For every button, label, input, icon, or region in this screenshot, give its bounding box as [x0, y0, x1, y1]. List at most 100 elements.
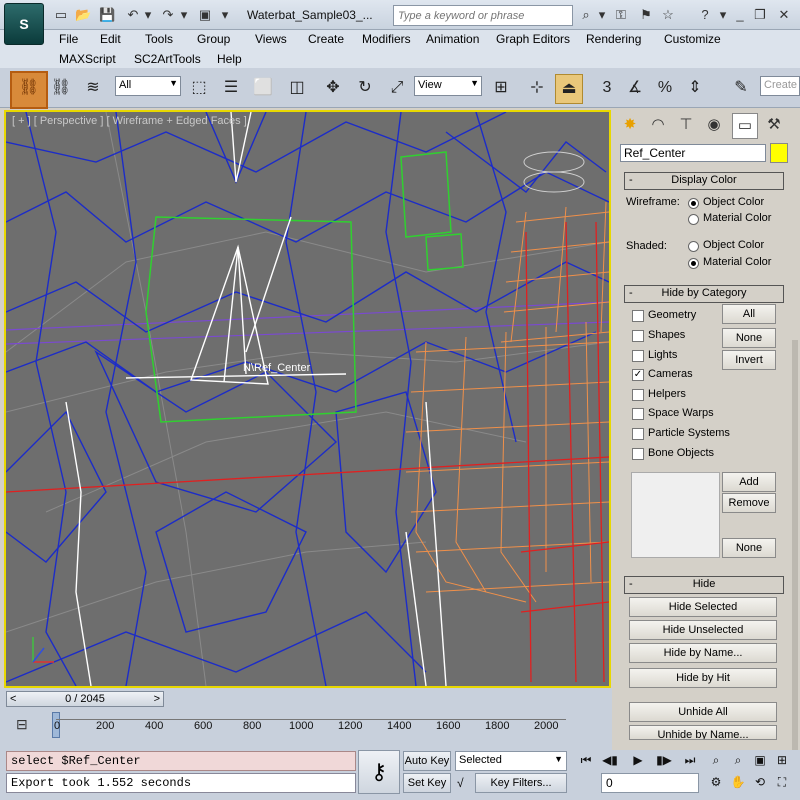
hide-unselected-button[interactable]: Hide Unselected	[629, 620, 777, 640]
menu-tools[interactable]: Tools	[145, 32, 173, 46]
set-key-mode-icon[interactable]: ⚷	[358, 750, 400, 794]
edit-named-selection-icon[interactable]: ✎	[728, 74, 754, 102]
hide-by-category-rollout[interactable]: - Hide by Category	[624, 285, 784, 303]
help-icon[interactable]: ?	[697, 7, 713, 23]
zoom-all-icon[interactable]: ⌕	[728, 753, 748, 768]
app-logo[interactable]: S	[4, 3, 44, 45]
pivot-center-icon[interactable]: ⊞	[488, 74, 514, 102]
angle-snap-icon[interactable]: ∡	[622, 74, 648, 102]
modify-tab-icon[interactable]: ◠	[646, 113, 670, 137]
shapes-checkbox[interactable]	[632, 330, 644, 342]
category-list-box[interactable]	[631, 472, 720, 558]
menu-sc2arttools[interactable]: SC2ArtTools	[134, 52, 201, 66]
save-icon[interactable]: 💾	[99, 7, 115, 23]
search-dropdown-icon[interactable]: ▾	[594, 7, 610, 23]
menu-customize[interactable]: Customize	[664, 32, 721, 46]
mini-curve-editor-icon[interactable]: ⊟	[16, 716, 28, 733]
wireframe-material-color-radio[interactable]	[688, 214, 699, 225]
select-and-rotate-icon[interactable]: ↻	[352, 74, 378, 102]
shaded-material-color-radio[interactable]	[688, 258, 699, 269]
undo-dropdown-icon[interactable]: ▾	[140, 7, 156, 23]
timeline-track[interactable]: ⊟ 0 200 400 600 800 1000 1200 1400 1600 …	[0, 710, 612, 750]
time-slider-prev-icon[interactable]: <	[10, 692, 16, 706]
geometry-checkbox[interactable]	[632, 310, 644, 322]
select-and-move-icon[interactable]: ✥	[320, 74, 346, 102]
keyboard-shortcut-override-icon[interactable]: ⏏	[555, 74, 583, 104]
go-to-end-icon[interactable]: ⏭	[680, 753, 700, 768]
menu-graph-editors[interactable]: Graph Editors	[496, 32, 570, 46]
menu-create[interactable]: Create	[308, 32, 344, 46]
previous-frame-icon[interactable]: ◀▮	[600, 753, 620, 767]
particle-systems-checkbox[interactable]	[632, 428, 644, 440]
bind-to-space-warp-icon[interactable]: ≋	[80, 74, 106, 102]
hide-by-hit-button[interactable]: Hide by Hit	[629, 668, 777, 688]
search-binoculars-icon[interactable]: ⌕	[578, 7, 594, 23]
create-tab-icon[interactable]: ✸	[618, 113, 642, 137]
lights-checkbox[interactable]	[632, 350, 644, 362]
wireframe-object-color-label[interactable]: Object Color	[703, 196, 764, 208]
select-by-name-icon[interactable]: ☰	[218, 74, 244, 102]
object-color-swatch[interactable]	[770, 143, 788, 163]
rectangular-selection-icon[interactable]: ⬜	[250, 74, 276, 102]
snaps-toggle-icon[interactable]: 3	[594, 74, 620, 102]
shaded-object-color-label[interactable]: Object Color	[703, 239, 764, 251]
go-to-start-icon[interactable]: ⏮	[576, 753, 596, 768]
pan-view-icon[interactable]: ✋	[728, 775, 748, 789]
hide-by-name-button[interactable]: Hide by Name...	[629, 643, 777, 663]
space-warps-checkbox[interactable]	[632, 408, 644, 420]
menu-group[interactable]: Group	[197, 32, 230, 46]
subscription-key-icon[interactable]: ⚿	[613, 7, 629, 23]
menu-file[interactable]: File	[59, 32, 78, 46]
help-dropdown-icon[interactable]: ▾	[715, 7, 731, 23]
unhide-by-name-button[interactable]: Unhide by Name...	[629, 725, 777, 740]
shaded-object-color-radio[interactable]	[688, 241, 699, 252]
unhide-all-button[interactable]: Unhide All	[629, 702, 777, 722]
favorites-star-icon[interactable]: ☆	[660, 7, 676, 23]
communication-icon[interactable]: ⚑	[638, 7, 654, 23]
all-button[interactable]: All	[722, 304, 776, 324]
add-button[interactable]: Add	[722, 472, 776, 492]
command-panel-scrollbar[interactable]	[792, 340, 798, 750]
menu-animation[interactable]: Animation	[426, 32, 479, 46]
display-color-rollout[interactable]: - Display Color	[624, 172, 784, 190]
viewport-label[interactable]: [ + ] [ Perspective ] [ Wireframe + Edge…	[12, 115, 247, 127]
time-configuration-icon[interactable]: ⚙	[706, 775, 726, 789]
none-list-button[interactable]: None	[722, 538, 776, 558]
redo-dropdown-icon[interactable]: ▾	[176, 7, 192, 23]
window-crossing-icon[interactable]: ◫	[284, 74, 310, 102]
utilities-tab-icon[interactable]: ⚒	[762, 113, 786, 137]
remove-button[interactable]: Remove	[722, 493, 776, 513]
key-filters-button[interactable]: Key Filters...	[475, 773, 567, 793]
set-key-button[interactable]: Set Key	[403, 773, 451, 793]
menu-rendering[interactable]: Rendering	[586, 32, 641, 46]
menu-modifiers[interactable]: Modifiers	[362, 32, 411, 46]
select-and-link-icon[interactable]: ⛓	[10, 71, 48, 109]
percent-snap-icon[interactable]: %	[652, 74, 678, 102]
menu-help[interactable]: Help	[217, 52, 242, 66]
time-slider-next-icon[interactable]: >	[154, 692, 160, 706]
menu-edit[interactable]: Edit	[100, 32, 121, 46]
current-frame-field[interactable]: 0	[601, 773, 699, 793]
select-and-manipulate-icon[interactable]: ⊹	[524, 74, 550, 102]
hide-rollout[interactable]: - Hide	[624, 576, 784, 594]
maxscript-listener-input[interactable]: select $Ref_Center	[6, 751, 356, 771]
wireframe-object-color-radio[interactable]	[688, 198, 699, 209]
hierarchy-tab-icon[interactable]: ⊤	[674, 113, 698, 137]
zoom-icon[interactable]: ⌕	[706, 753, 726, 768]
named-selection-set-field[interactable]: Create	[760, 76, 800, 96]
wireframe-scene[interactable]	[6, 112, 609, 686]
orbit-icon[interactable]: ⟲	[750, 775, 770, 789]
select-and-scale-icon[interactable]: ⤢	[384, 74, 410, 102]
cameras-checkbox[interactable]: ✓	[632, 369, 644, 381]
spinner-snap-icon[interactable]: ⇕	[682, 74, 708, 102]
menu-views[interactable]: Views	[255, 32, 287, 46]
undo-icon[interactable]: ↶	[125, 7, 141, 23]
time-slider[interactable]: < 0 / 2045 >	[6, 691, 164, 707]
search-input[interactable]	[393, 5, 573, 26]
unlink-selection-icon[interactable]: ⛓	[48, 74, 74, 102]
bone-objects-checkbox[interactable]	[632, 448, 644, 460]
shaded-material-color-label[interactable]: Material Color	[703, 256, 771, 268]
reference-coordinate-dropdown[interactable]: View ▼	[414, 76, 482, 96]
zoom-extents-all-icon[interactable]: ⊞	[772, 753, 792, 767]
menu-maxscript[interactable]: MAXScript	[59, 52, 116, 66]
